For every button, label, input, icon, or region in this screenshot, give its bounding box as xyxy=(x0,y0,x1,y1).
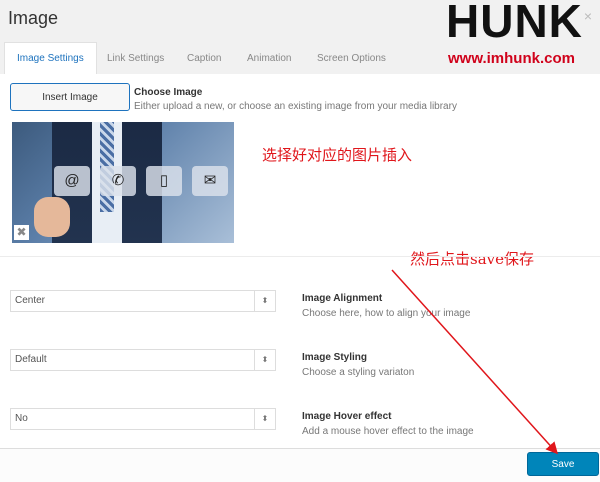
alignment-label: Image Alignment xyxy=(302,293,383,304)
phone-icon: ✆ xyxy=(100,166,136,196)
save-button[interactable]: Save xyxy=(527,452,599,476)
annotation-click-save: 然后点击save保存 xyxy=(410,250,534,268)
tab-bar: Image Settings Link Settings Caption Ani… xyxy=(0,38,600,75)
modal-footer: Save xyxy=(0,448,600,482)
modal-title: Image xyxy=(8,8,59,28)
section-divider xyxy=(0,256,600,257)
choose-image-description: Either upload a new, or choose an existi… xyxy=(134,101,457,112)
preview-hand xyxy=(34,197,70,237)
image-preview: @ ✆ ▯ ✉ ✖ xyxy=(12,122,234,243)
styling-label: Image Styling xyxy=(302,352,368,363)
styling-select[interactable]: Default ⬍ xyxy=(10,349,276,371)
alignment-select-value: Center xyxy=(15,295,46,306)
chevron-updown-icon: ⬍ xyxy=(254,291,275,311)
tab-image-settings[interactable]: Image Settings xyxy=(4,42,97,75)
hover-effect-label: Image Hover effect xyxy=(302,411,392,422)
hover-effect-select-value: No xyxy=(15,413,28,424)
settings-panel: Insert Image Choose Image Either upload … xyxy=(0,74,600,448)
styling-select-value: Default xyxy=(15,354,47,365)
tab-screen-options[interactable]: Screen Options xyxy=(305,43,398,74)
tablet-icon: ▯ xyxy=(146,166,182,196)
tab-animation[interactable]: Animation xyxy=(235,43,303,74)
envelope-icon: ✉ xyxy=(192,166,228,196)
choose-image-title: Choose Image xyxy=(134,87,203,98)
chevron-updown-icon: ⬍ xyxy=(254,409,275,429)
at-sign-icon: @ xyxy=(54,166,90,196)
chevron-updown-icon: ⬍ xyxy=(254,350,275,370)
alignment-select[interactable]: Center ⬍ xyxy=(10,290,276,312)
remove-image-icon[interactable]: ✖ xyxy=(14,225,29,240)
tab-link-settings[interactable]: Link Settings xyxy=(95,43,176,74)
tab-caption[interactable]: Caption xyxy=(175,43,233,74)
alignment-description: Choose here, how to align your image xyxy=(302,308,471,319)
insert-image-button[interactable]: Insert Image xyxy=(10,83,130,111)
annotation-select-image: 选择好对应的图片插入 xyxy=(262,146,413,164)
styling-description: Choose a styling variaton xyxy=(302,367,415,378)
hover-effect-description: Add a mouse hover effect to the image xyxy=(302,426,474,437)
hover-effect-select[interactable]: No ⬍ xyxy=(10,408,276,430)
